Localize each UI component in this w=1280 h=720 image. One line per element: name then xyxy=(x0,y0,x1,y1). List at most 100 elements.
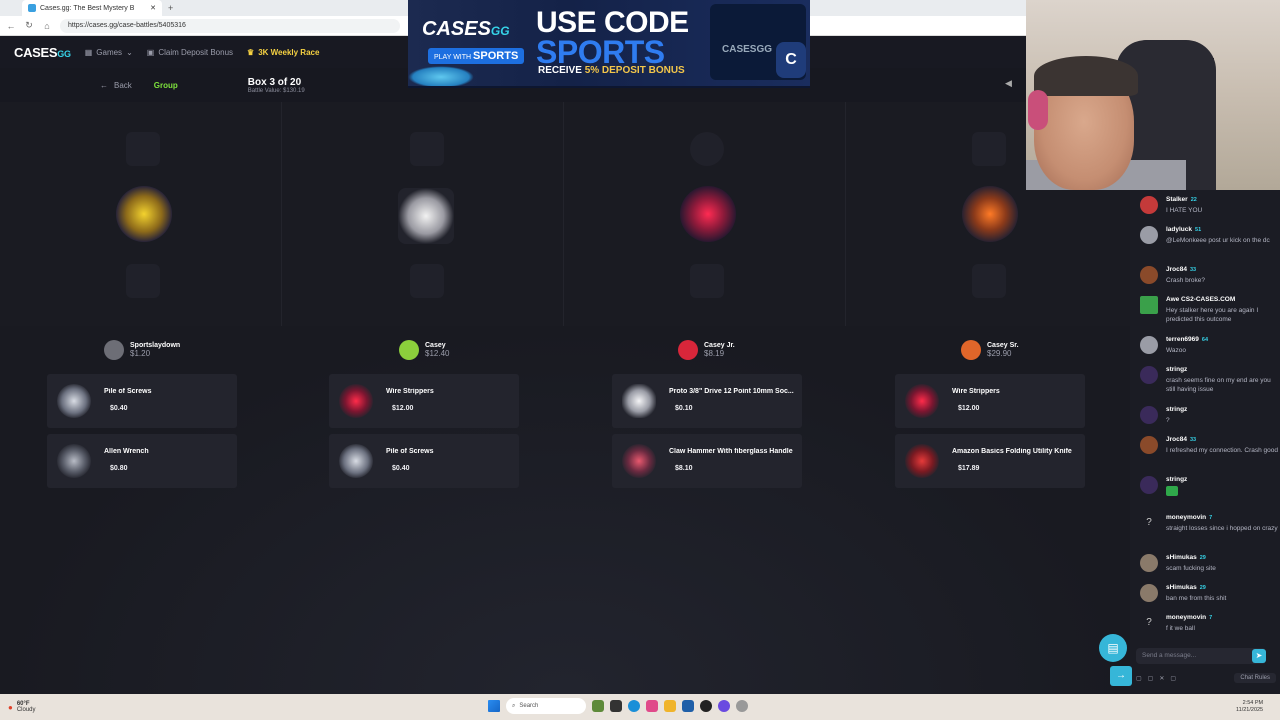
chat-user[interactable]: Awe CS2-CASES.COM xyxy=(1166,296,1238,303)
file-explorer-icon[interactable] xyxy=(664,700,676,712)
ad-subline-prefix: RECEIVE xyxy=(538,65,585,76)
widgets-icon[interactable] xyxy=(592,700,604,712)
promo-banner[interactable]: CASESGG PLAY WITH SPORTS USE CODE SPORTS… xyxy=(408,0,810,88)
home-icon[interactable]: ⌂ xyxy=(42,21,52,31)
chat-level-badge: 29 xyxy=(1199,585,1206,591)
car-image xyxy=(408,66,474,86)
chat-username: Awe CS2-CASES.COM xyxy=(1166,296,1236,303)
refresh-icon[interactable]: ↻ xyxy=(24,20,34,31)
store-icon[interactable] xyxy=(682,700,694,712)
logo-suffix: GG xyxy=(57,48,71,59)
avatar xyxy=(1140,476,1158,494)
chat-username: stringz xyxy=(1166,476,1188,483)
item-price: $12.00 xyxy=(392,405,414,412)
close-tab-icon[interactable]: ✕ xyxy=(150,4,156,12)
browser-tab[interactable]: Cases.gg: The Best Mystery B ✕ xyxy=(22,0,162,16)
won-item-card[interactable]: Allen Wrench $0.80 xyxy=(47,434,237,488)
kick-icon[interactable]: ✕ xyxy=(1159,675,1164,682)
copilot-icon[interactable] xyxy=(646,700,658,712)
socket-icon xyxy=(972,264,1006,298)
avatar xyxy=(678,340,698,360)
chat-toolbar: ▢ ▢ ✕ ▢ Chat Rules xyxy=(1136,670,1276,686)
chat-level-badge: 64 xyxy=(1201,337,1209,343)
chat-user[interactable]: sHimukas 29 xyxy=(1166,584,1206,591)
social-x-icon[interactable]: ▢ xyxy=(1136,675,1142,682)
won-item-card[interactable]: Pile of Screws $0.40 xyxy=(329,434,519,488)
task-view-icon[interactable] xyxy=(610,700,622,712)
pile-of-screws-icon xyxy=(690,264,724,298)
claim-bonus-link[interactable]: ▣ Claim Deposit Bonus xyxy=(147,48,233,57)
won-item-card[interactable]: Claw Hammer With fiberglass Handle $8.10 xyxy=(612,434,802,488)
item-name: Amazon Basics Folding Utility Knife xyxy=(952,448,1072,455)
weekly-race-link[interactable]: ♛ 3K Weekly Race xyxy=(247,48,319,57)
chat-user[interactable]: ladyluck 51 xyxy=(1166,226,1201,233)
avatar xyxy=(1140,366,1158,384)
wire-strippers-icon xyxy=(410,264,444,298)
question-mark-icon: ? xyxy=(1146,517,1152,528)
chat-username: Stalker xyxy=(1166,196,1188,203)
ad-sports-pill: PLAY WITH SPORTS xyxy=(428,48,525,64)
lane-3 xyxy=(564,102,846,326)
settings-gear-icon[interactable] xyxy=(736,700,748,712)
chat-user[interactable]: sHimukas 29 xyxy=(1166,554,1206,561)
chat-text: f it we ball xyxy=(1166,625,1195,632)
won-item-card[interactable]: Proto 3/8" Drive 12 Point 10mm Soc... $0… xyxy=(612,374,802,428)
chat-level-badge: 33 xyxy=(1189,267,1197,273)
chat-user[interactable]: moneymovin 7 xyxy=(1166,514,1212,521)
volume-icon[interactable]: ◀ xyxy=(1005,78,1012,89)
ad-subline-highlight: 5% DEPOSIT BONUS xyxy=(584,65,685,76)
chat-text: Hey stalker here you are again I predict… xyxy=(1166,307,1259,323)
chat-user[interactable]: Jroc84 33 xyxy=(1166,436,1196,443)
item-name: Claw Hammer With fiberglass Handle xyxy=(669,448,793,455)
item-price: $12.00 xyxy=(958,405,980,412)
url-field[interactable]: https://cases.gg/case-battles/5405316 xyxy=(60,18,400,33)
clock[interactable]: 2:54 PM 11/21/2025 xyxy=(1236,700,1263,714)
games-menu[interactable]: ▦ Games ⌄ xyxy=(85,48,133,57)
won-item-card[interactable]: Wire Strippers $12.00 xyxy=(895,374,1085,428)
item-price: $0.40 xyxy=(392,465,410,472)
chat-user[interactable]: terren6969 64 xyxy=(1166,336,1208,343)
send-message-button[interactable]: ➤ xyxy=(1252,649,1266,663)
chat-message-input[interactable]: Send a message... xyxy=(1136,648,1266,664)
emote-icon xyxy=(1166,486,1178,496)
avatar xyxy=(961,340,981,360)
chat-rules-button[interactable]: Chat Rules xyxy=(1234,673,1276,683)
back-label: Back xyxy=(114,80,132,90)
players-section: Sportslaydown $1.20 Casey $12.40 Casey Jr.… xyxy=(0,326,1130,694)
chat-text: I refreshed my connection. Crash good xyxy=(1166,447,1279,454)
socket-icon xyxy=(410,132,444,166)
chat-user[interactable]: moneymovin 7 xyxy=(1166,614,1212,621)
player-info: Sportslaydown $1.20 xyxy=(130,342,180,358)
windows-start-icon[interactable] xyxy=(488,700,500,712)
chat-level-badge: 7 xyxy=(1209,615,1213,621)
collapse-chat-button[interactable]: → xyxy=(1110,666,1132,686)
back-arrow-icon[interactable]: ← xyxy=(6,21,16,31)
avatar xyxy=(399,340,419,360)
coin-icon xyxy=(690,132,724,166)
player-value: $1.20 xyxy=(130,349,151,358)
won-item-card[interactable]: Amazon Basics Folding Utility Knife $17.… xyxy=(895,434,1085,488)
weather-widget[interactable]: ● 60°F Cloudy xyxy=(8,701,36,713)
taskbar-search[interactable]: ⌕ Search xyxy=(506,698,586,714)
messenger-icon[interactable] xyxy=(718,700,730,712)
back-button[interactable]: ← Back xyxy=(100,81,132,90)
player-sportslaydown: Sportslaydown $1.20 xyxy=(104,340,180,360)
chat-user[interactable]: Stalker 22 xyxy=(1166,196,1197,203)
logo-text: CASES xyxy=(14,44,58,60)
edge-icon[interactable] xyxy=(628,700,640,712)
discord-icon[interactable]: ▢ xyxy=(1148,675,1154,682)
chat-user[interactable]: stringz xyxy=(1166,406,1190,413)
chat-user[interactable]: Jroc84 33 xyxy=(1166,266,1196,273)
cases-favicon-icon xyxy=(28,4,36,12)
support-chat-bubble-icon[interactable]: ▤ xyxy=(1099,634,1127,662)
new-tab-icon[interactable]: + xyxy=(168,3,173,13)
chat-username: terren6969 xyxy=(1166,336,1199,343)
obs-icon[interactable] xyxy=(700,700,712,712)
player-info: Casey $12.40 xyxy=(425,342,449,358)
chat-settings-icon[interactable]: ▢ xyxy=(1170,675,1176,682)
won-item-card[interactable]: Wire Strippers $12.00 xyxy=(329,374,519,428)
cases-logo[interactable]: CASESGG xyxy=(14,45,71,60)
chat-user[interactable]: stringz xyxy=(1166,476,1190,483)
won-item-card[interactable]: Pile of Screws $0.40 xyxy=(47,374,237,428)
chat-user[interactable]: stringz xyxy=(1166,366,1190,373)
